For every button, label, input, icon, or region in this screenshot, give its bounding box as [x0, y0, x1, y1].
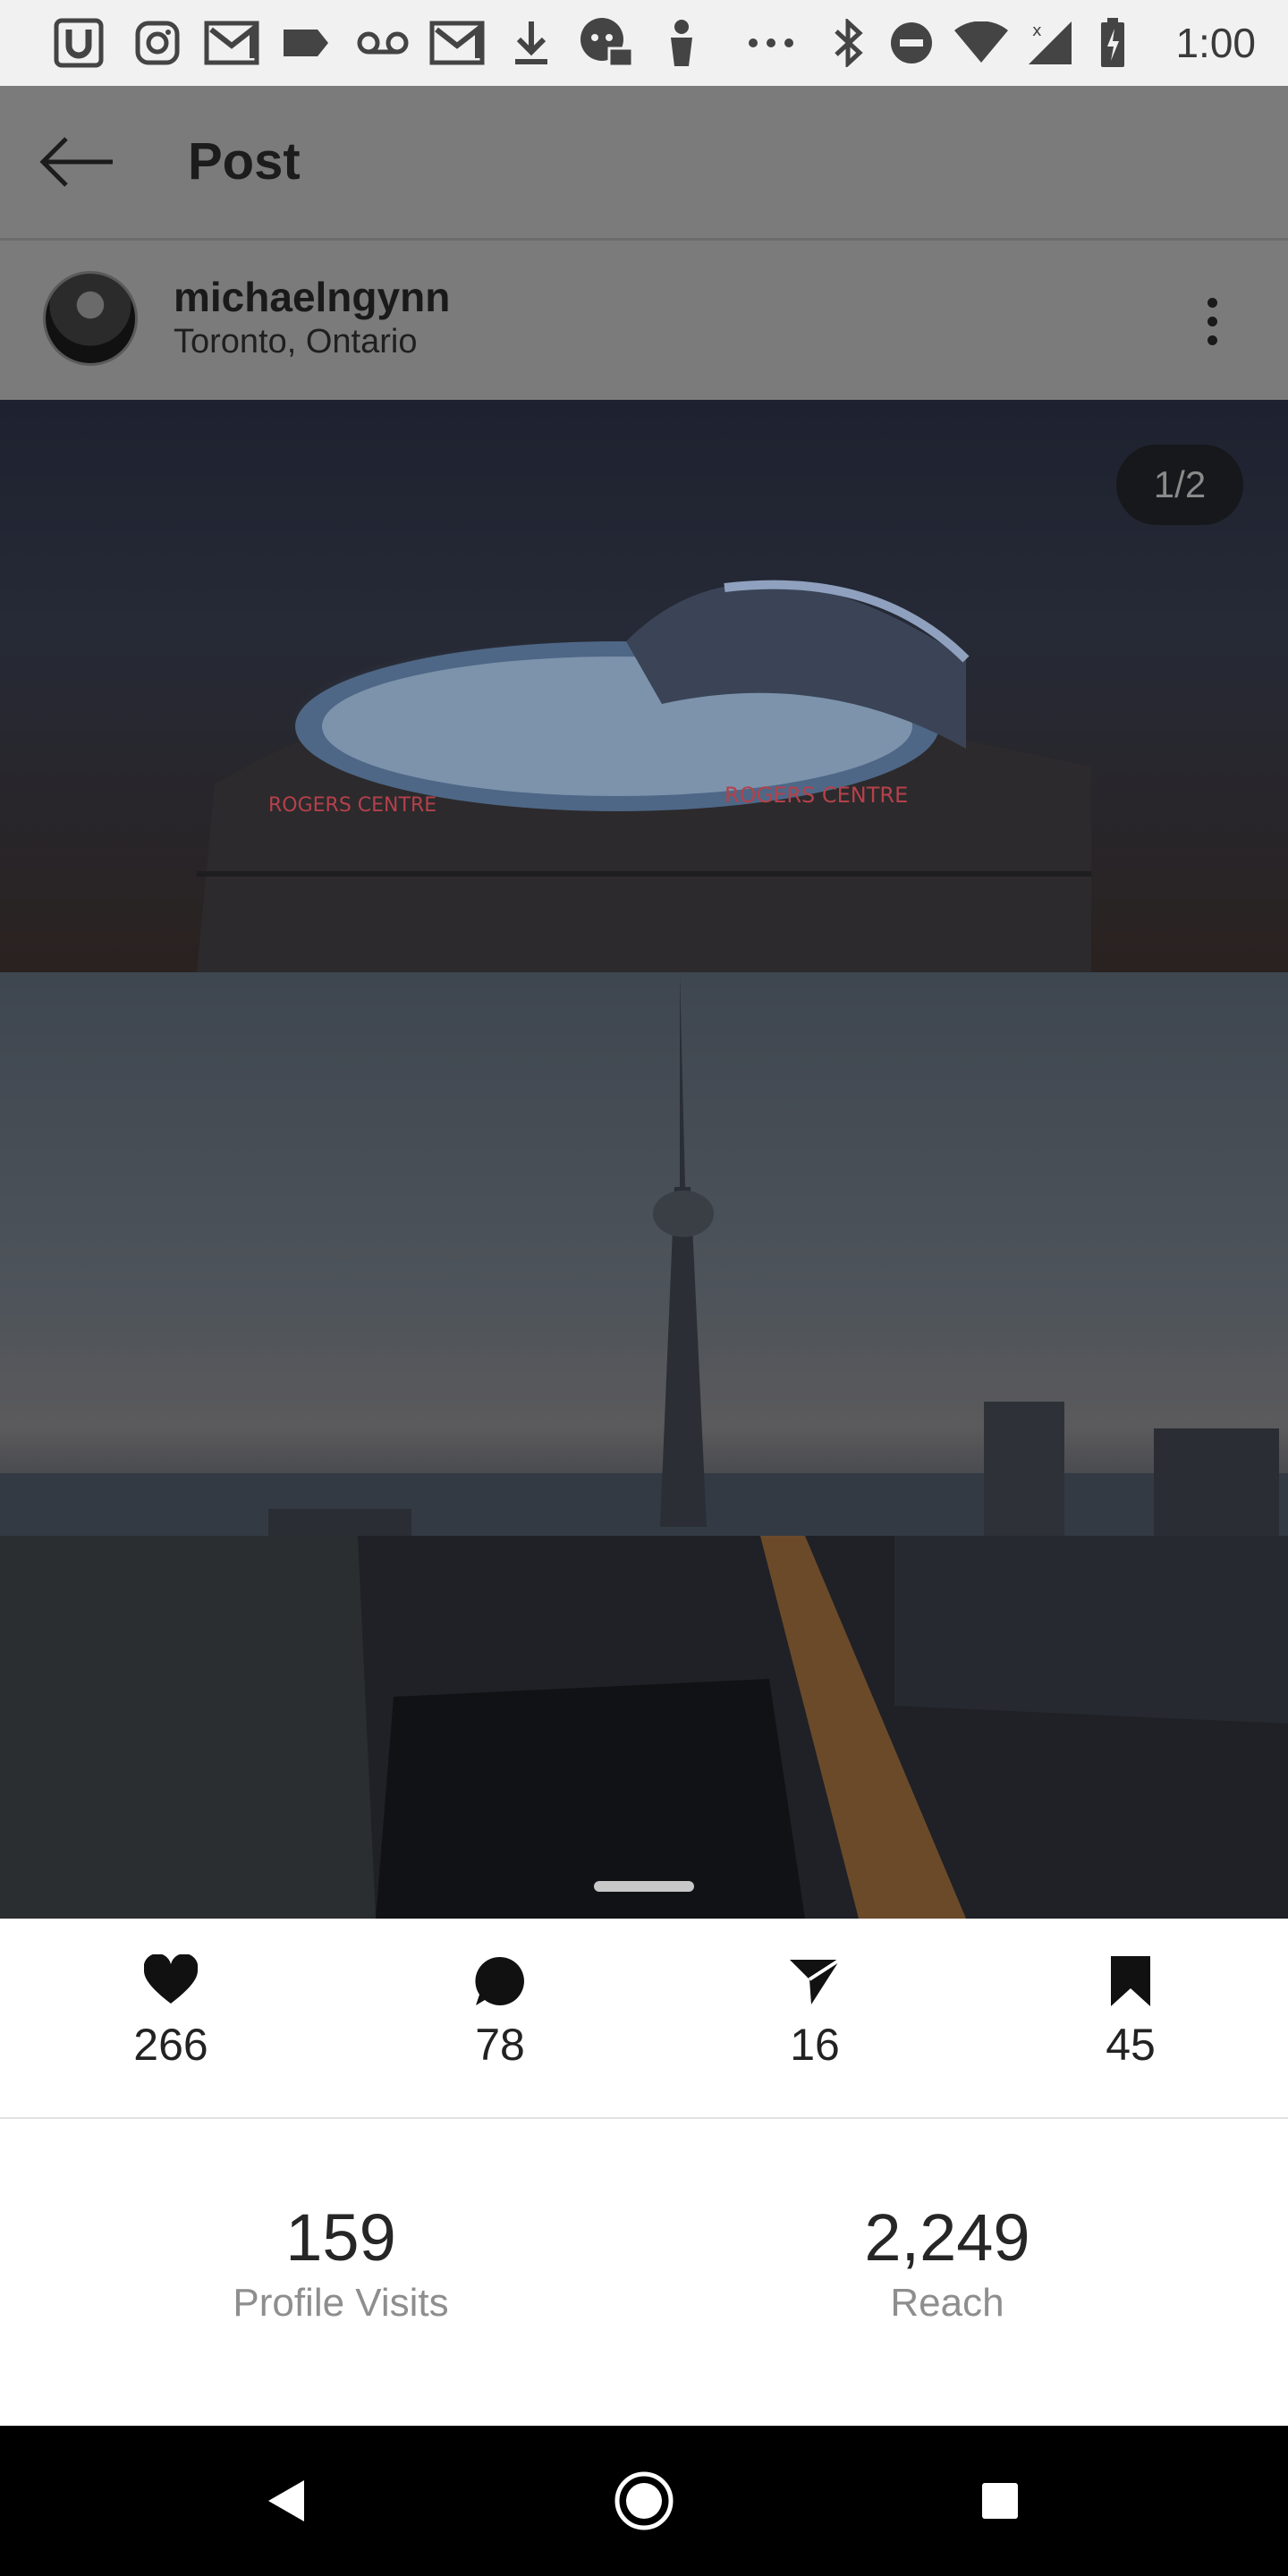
tower-illustration [0, 972, 1288, 1919]
comments-stat: 78 [419, 1954, 580, 2071]
media-counter: 1/2 [1116, 445, 1243, 525]
reach-stat: 2,249 Reach [768, 2199, 1126, 2326]
bluetooth-icon [830, 16, 866, 70]
system-nav-bar [0, 2426, 1288, 2576]
cn-tower-photo [0, 972, 1288, 1919]
post-image[interactable]: ROGERS CENTRE ROGERS CENTRE 1/2 [0, 400, 1288, 1919]
saves-stat: 45 [1050, 1954, 1211, 2071]
saves-count: 45 [1106, 2020, 1156, 2070]
nav-back-button[interactable] [250, 2465, 322, 2537]
likes-count: 266 [133, 2020, 208, 2070]
comments-count: 78 [475, 2020, 525, 2070]
gmail-icon [202, 16, 261, 70]
shares-count: 16 [790, 2020, 840, 2070]
download-icon [512, 16, 551, 70]
stadium-sign-left: ROGERS CENTRE [268, 794, 436, 817]
clock: 1:00 [1175, 20, 1256, 66]
heart-icon [144, 1954, 198, 2004]
nav-recents-button[interactable] [964, 2465, 1036, 2537]
more-options-button[interactable] [1185, 284, 1239, 359]
svg-text:x: x [1032, 21, 1042, 40]
battery-charging-icon [1097, 16, 1129, 70]
shares-stat: 16 [734, 1954, 895, 2071]
arrow-back-icon [39, 137, 113, 187]
page-title: Post [188, 132, 301, 191]
nav-home-icon [614, 2471, 674, 2530]
profile-visits-label: Profile Visits [233, 2281, 449, 2325]
bookmark-icon [1111, 1956, 1150, 2006]
stadium-photo: ROGERS CENTRE ROGERS CENTRE [0, 400, 1288, 972]
reach-label: Reach [890, 2281, 1004, 2325]
avatar[interactable] [43, 271, 138, 366]
username[interactable]: michaelngynn [174, 273, 450, 321]
engagement-stats: 266 78 16 45 [0, 1919, 1288, 2119]
chat-bubble-icon [578, 16, 635, 70]
stadium-illustration: ROGERS CENTRE ROGERS CENTRE [197, 580, 1091, 972]
drag-handle[interactable] [594, 1881, 694, 1892]
person-icon [664, 16, 699, 70]
reach-value: 2,249 [864, 2200, 1030, 2275]
more-vert-icon [1207, 297, 1217, 308]
send-icon [790, 1958, 842, 2004]
insights-section: 159 Profile Visits 2,249 Reach [0, 2119, 1288, 2426]
nav-back-icon [268, 2480, 304, 2521]
u-app-icon [52, 16, 106, 70]
stadium-sign-right: ROGERS CENTRE [724, 783, 908, 808]
more-horiz-icon [746, 16, 796, 70]
nav-home-button[interactable] [608, 2465, 680, 2537]
do-not-disturb-icon [887, 16, 936, 70]
voicemail-icon [354, 16, 411, 70]
comment-icon [475, 1956, 524, 2005]
status-bar: x 1:00 [0, 0, 1288, 86]
profile-visits-value: 159 [285, 2200, 396, 2275]
wifi-icon [952, 16, 1011, 70]
instagram-icon [131, 16, 184, 70]
likes-stat: 266 [90, 1954, 251, 2071]
app-header: Post [0, 86, 1288, 241]
back-button[interactable] [27, 122, 125, 202]
nav-recents-icon [982, 2483, 1018, 2519]
gmail-icon [428, 16, 487, 70]
profile-visits-stat: 159 Profile Visits [162, 2199, 520, 2326]
location-label[interactable]: Toronto, Ontario [174, 323, 417, 361]
cell-signal-icon: x [1025, 16, 1075, 70]
label-icon [281, 16, 331, 70]
post-author-row: michaelngynn Toronto, Ontario [0, 241, 1288, 400]
